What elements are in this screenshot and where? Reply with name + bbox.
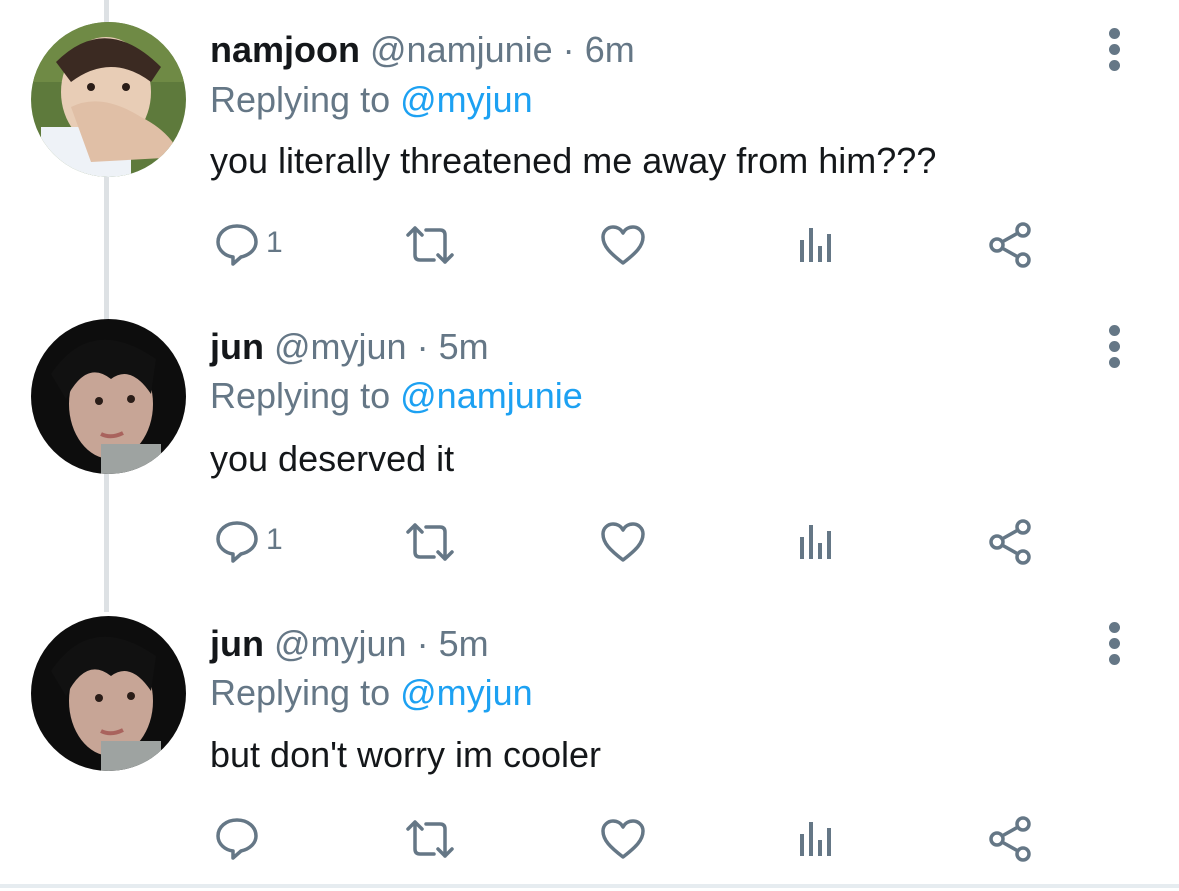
reply-icon[interactable] (214, 519, 260, 565)
tweet[interactable]: jun @myjun · 5m Replying to @namjunie yo… (0, 297, 1179, 594)
display-name[interactable]: jun (210, 326, 264, 367)
handle[interactable]: @myjun (274, 623, 407, 664)
reply-count: 1 (266, 523, 283, 556)
reply-count: 1 (266, 226, 283, 259)
mention-link[interactable]: @namjunie (400, 375, 583, 416)
timestamp[interactable]: 5m (439, 326, 489, 367)
tweet-header: namjoon @namjunie · 6m (210, 32, 635, 68)
timestamp[interactable]: 6m (585, 29, 635, 70)
share-icon[interactable] (988, 222, 1034, 268)
handle[interactable]: @myjun (274, 326, 407, 367)
heart-icon[interactable] (600, 224, 646, 266)
retweet-icon[interactable] (404, 819, 456, 859)
more-vertical-icon[interactable] (1100, 325, 1130, 369)
replying-prefix: Replying to (210, 79, 391, 120)
display-name[interactable]: namjoon (210, 29, 360, 70)
separator-dot: · (416, 326, 429, 367)
replying-prefix: Replying to (210, 672, 391, 713)
handle[interactable]: @namjunie (370, 29, 553, 70)
divider (0, 884, 1179, 888)
share-icon[interactable] (988, 816, 1034, 862)
display-name[interactable]: jun (210, 623, 264, 664)
more-vertical-icon[interactable] (1100, 28, 1130, 72)
tweet-text: you deserved it (210, 438, 455, 479)
mention-link[interactable]: @myjun (400, 79, 533, 120)
replying-to: Replying to @myjun (210, 675, 533, 711)
avatar[interactable] (31, 616, 186, 771)
analytics-icon[interactable] (798, 521, 836, 561)
analytics-icon[interactable] (798, 224, 836, 264)
avatar[interactable] (31, 319, 186, 474)
replying-to: Replying to @myjun (210, 82, 533, 118)
retweet-icon[interactable] (404, 522, 456, 562)
share-icon[interactable] (988, 519, 1034, 565)
timestamp[interactable]: 5m (439, 623, 489, 664)
reply-icon[interactable] (214, 816, 260, 862)
mention-link[interactable]: @myjun (400, 672, 533, 713)
tweet-header: jun @myjun · 5m (210, 329, 489, 365)
replying-prefix: Replying to (210, 375, 391, 416)
avatar[interactable] (31, 22, 186, 177)
tweet-header: jun @myjun · 5m (210, 626, 489, 662)
tweet[interactable]: namjoon @namjunie · 6m Replying to @myju… (0, 0, 1179, 297)
separator-dot: · (562, 29, 575, 70)
retweet-icon[interactable] (404, 225, 456, 265)
heart-icon[interactable] (600, 818, 646, 860)
more-vertical-icon[interactable] (1100, 622, 1130, 666)
tweet[interactable]: jun @myjun · 5m Replying to @myjun but d… (0, 594, 1179, 891)
replying-to: Replying to @namjunie (210, 378, 583, 414)
analytics-icon[interactable] (798, 818, 836, 858)
separator-dot: · (416, 623, 429, 664)
tweet-text: you literally threatened me away from hi… (210, 140, 937, 181)
heart-icon[interactable] (600, 521, 646, 563)
reply-icon[interactable] (214, 222, 260, 268)
tweet-text: but don't worry im cooler (210, 734, 602, 775)
